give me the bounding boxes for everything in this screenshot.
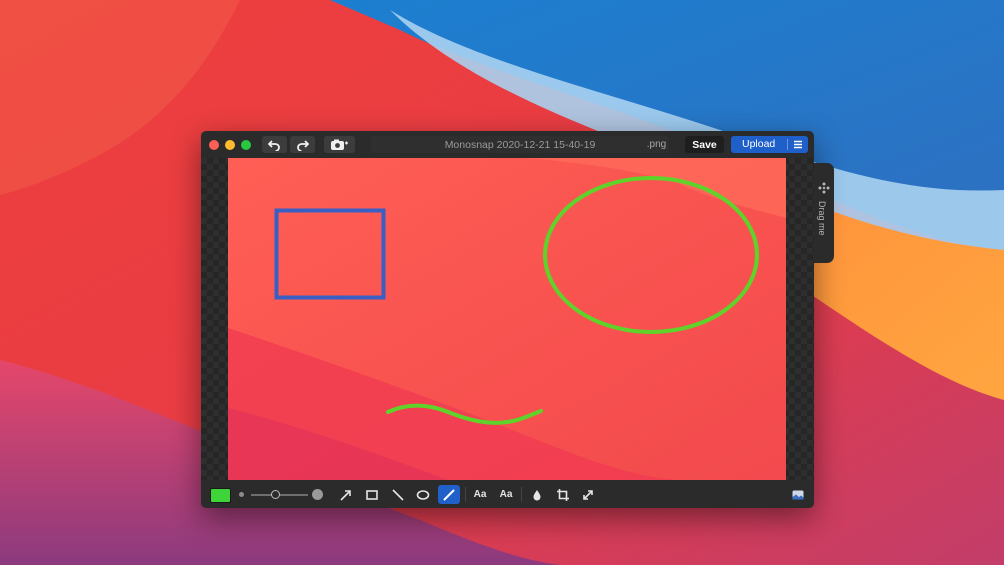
brush-size-slider-thumb[interactable]	[271, 490, 280, 499]
text-icon: Aa	[473, 489, 487, 500]
upload-button[interactable]: Upload	[731, 136, 808, 153]
hamburger-menu-icon[interactable]	[791, 138, 805, 151]
monosnap-editor-window: Monosnap 2020-12-21 15-40-19 .png Save U…	[201, 131, 814, 508]
crop-icon	[557, 488, 569, 501]
rectangle-tool-button[interactable]	[361, 485, 383, 504]
ellipse-icon	[416, 489, 430, 500]
text-callout-icon: Aa	[499, 489, 513, 500]
redo-icon	[297, 139, 309, 151]
ellipse-tool-button[interactable]	[412, 485, 434, 504]
arrow-icon	[340, 489, 351, 501]
crop-tool-button[interactable]	[552, 485, 574, 504]
maximize-window-button[interactable]	[241, 140, 251, 150]
filename-text: Monosnap 2020-12-21 15-40-19	[444, 138, 596, 151]
text-callout-tool-button[interactable]: Aa	[495, 485, 517, 504]
arrow-tool-button[interactable]	[335, 485, 357, 504]
size-large-indicator	[312, 489, 323, 500]
upload-label: Upload	[742, 138, 776, 150]
file-extension-dropdown[interactable]: .png	[638, 136, 675, 153]
title-bar: Monosnap 2020-12-21 15-40-19 .png Save U…	[201, 131, 814, 158]
line-tool-button[interactable]	[387, 485, 409, 504]
toolbar-separator	[465, 487, 466, 502]
camera-icon	[330, 139, 348, 150]
drag-handle[interactable]: Drag me	[814, 163, 834, 263]
line-icon	[392, 488, 404, 501]
save-label: Save	[692, 138, 717, 151]
drag-move-icon	[818, 182, 830, 194]
color-picker-swatch[interactable]	[210, 488, 231, 503]
resize-tool-button[interactable]	[577, 485, 599, 504]
close-window-button[interactable]	[209, 140, 219, 150]
pen-icon	[443, 489, 455, 500]
pen-tool-button[interactable]	[438, 485, 460, 504]
drawing-toolbar: Aa Aa	[201, 480, 814, 508]
capture-button[interactable]	[324, 136, 355, 153]
upload-divider	[787, 139, 788, 150]
resize-icon	[583, 489, 593, 500]
blur-tool-button[interactable]	[526, 485, 548, 504]
drag-handle-label: Drag me	[817, 201, 827, 236]
redo-button[interactable]	[290, 136, 315, 153]
screenshot-image	[228, 158, 786, 480]
undo-button[interactable]	[262, 136, 287, 153]
size-small-indicator	[239, 492, 244, 497]
blur-icon	[533, 489, 541, 500]
rectangle-icon	[366, 489, 378, 500]
save-button[interactable]: Save	[685, 136, 724, 153]
image-icon	[792, 490, 804, 499]
text-tool-button[interactable]: Aa	[469, 485, 491, 504]
toolbar-separator	[521, 487, 522, 502]
screenshot-canvas[interactable]	[228, 158, 786, 480]
image-preview-button[interactable]	[788, 485, 808, 504]
undo-icon	[268, 139, 280, 151]
file-extension-text: .png	[646, 139, 667, 150]
minimize-window-button[interactable]	[225, 140, 235, 150]
filename-input[interactable]: Monosnap 2020-12-21 15-40-19	[371, 136, 669, 153]
